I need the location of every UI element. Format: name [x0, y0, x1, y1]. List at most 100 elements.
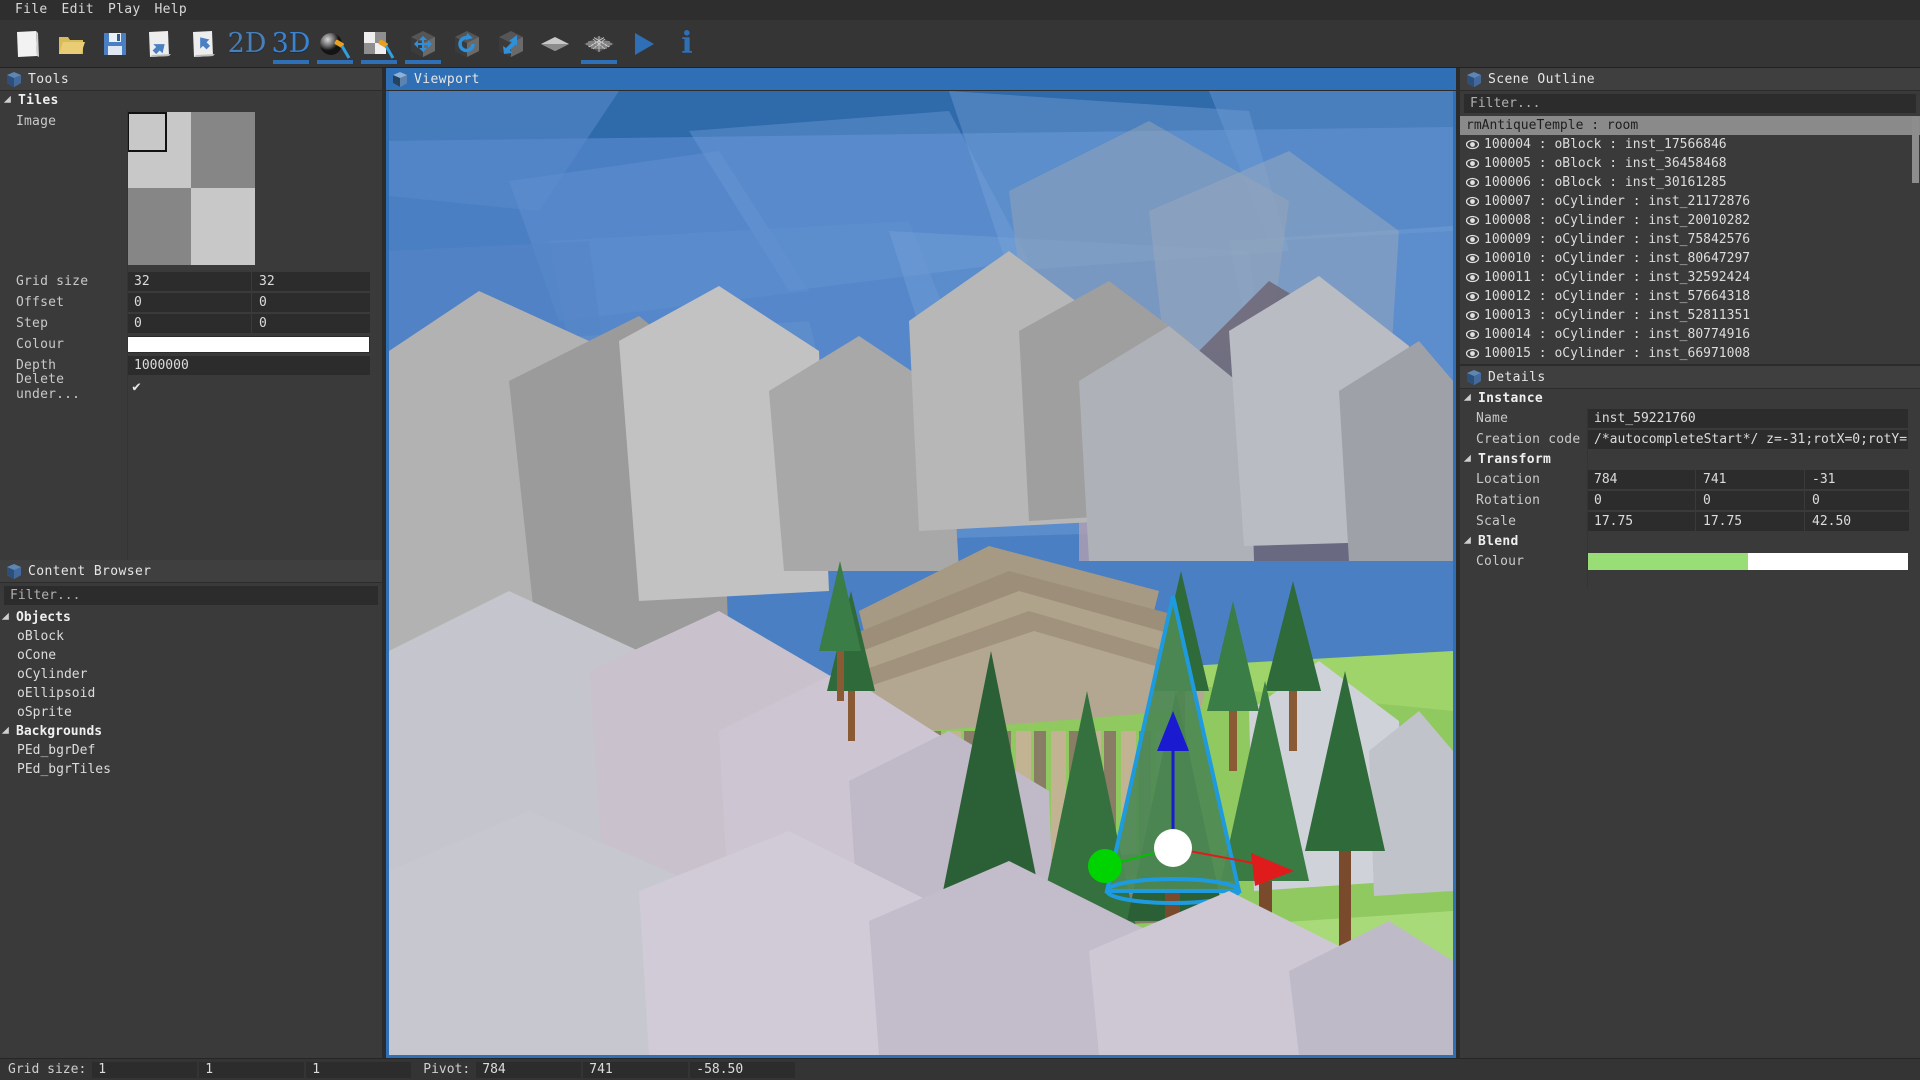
move-icon [407, 29, 439, 59]
scene-outline-row[interactable]: 100011 : oCylinder : inst_32592424 [1460, 268, 1920, 287]
view-2d-button[interactable]: 2D [226, 23, 268, 65]
scene-outline-row[interactable]: 100004 : oBlock : inst_17566846 [1460, 135, 1920, 154]
creation-code-field[interactable]: /*autocompleteStart*/ z=-31;rotX=0;rotY=… [1587, 430, 1908, 449]
transform-field-x[interactable]: 0 [1587, 491, 1695, 510]
visibility-eye-icon[interactable] [1466, 291, 1479, 302]
visibility-eye-icon[interactable] [1466, 196, 1479, 207]
menu-item-edit[interactable]: Edit [55, 0, 102, 20]
pivot-x[interactable]: 784 [476, 1062, 581, 1078]
content-item[interactable]: oCone [0, 646, 382, 665]
pivot-z[interactable]: -58.50 [690, 1062, 795, 1078]
menu-item-file[interactable]: File [8, 0, 55, 20]
viewport-3d-scene[interactable] [389, 91, 1453, 1055]
menu-item-play[interactable]: Play [101, 0, 148, 20]
transform-field-y[interactable]: 0 [1696, 491, 1804, 510]
tools-field-x[interactable]: 0 [127, 293, 251, 312]
scene-outline-row[interactable]: 100015 : oCylinder : inst_66971008 [1460, 344, 1920, 363]
transform-row-scale: Scale17.7517.7542.50 [1460, 511, 1920, 532]
play-icon [628, 29, 658, 59]
info-button[interactable]: i [666, 23, 708, 65]
transform-field-z[interactable]: 0 [1805, 491, 1909, 510]
transform-field-z[interactable]: -31 [1805, 470, 1909, 489]
depth-field[interactable]: 1000000 [127, 356, 370, 375]
content-group-objects[interactable]: Objects [0, 608, 382, 627]
visibility-eye-icon[interactable] [1466, 215, 1479, 226]
scene-outline-filter-input[interactable]: Filter... [1464, 94, 1916, 113]
grid-size-y[interactable]: 1 [199, 1062, 304, 1078]
transform-field-z[interactable]: 42.50 [1805, 512, 1909, 531]
flat-plane-toggle[interactable] [534, 23, 576, 65]
blend-colour-swatch[interactable] [1587, 553, 1908, 570]
paint-tiles-tool[interactable] [358, 23, 400, 65]
scene-outline-row[interactable]: 100013 : oCylinder : inst_52811351 [1460, 306, 1920, 325]
transform-field-y[interactable]: 741 [1696, 470, 1804, 489]
visibility-eye-icon[interactable] [1466, 272, 1479, 283]
transform-field-x[interactable]: 17.75 [1587, 512, 1695, 531]
tools-field-x[interactable]: 32 [127, 272, 251, 291]
scene-outline-row[interactable]: 100008 : oCylinder : inst_20010282 [1460, 211, 1920, 230]
visibility-eye-icon[interactable] [1466, 234, 1479, 245]
scene-outline-row[interactable]: 100010 : oCylinder : inst_80647297 [1460, 249, 1920, 268]
visibility-eye-icon[interactable] [1466, 139, 1479, 150]
scene-outline-row[interactable]: 100009 : oCylinder : inst_75842576 [1460, 230, 1920, 249]
name-field[interactable]: inst_59221760 [1587, 409, 1908, 428]
transform-group-header[interactable]: Transform [1460, 450, 1920, 469]
save-icon[interactable] [94, 23, 136, 65]
rotate-tool[interactable] [446, 23, 488, 65]
scene-outline-row-label: 100007 : oCylinder : inst_21172876 [1484, 194, 1750, 209]
delete-under-checkbox[interactable]: ✔ [127, 377, 146, 396]
tools-field-x[interactable]: 0 [127, 314, 251, 333]
menu-item-help[interactable]: Help [148, 0, 195, 20]
visibility-eye-icon[interactable] [1466, 329, 1479, 340]
new-file-icon[interactable] [6, 23, 48, 65]
view-2d-button-label: 2D [228, 28, 267, 59]
grid-plane-toggle[interactable] [578, 23, 620, 65]
visibility-eye-icon[interactable] [1466, 253, 1479, 264]
tile-image-preview[interactable] [127, 112, 255, 265]
visibility-eye-icon[interactable] [1466, 348, 1479, 359]
tiles-group-header[interactable]: Tiles [0, 91, 382, 110]
colour-swatch[interactable] [127, 336, 370, 353]
tools-panel-label: Tools [28, 72, 69, 87]
open-folder-icon[interactable] [50, 23, 92, 65]
scene-outline-row[interactable]: 100012 : oCylinder : inst_57664318 [1460, 287, 1920, 306]
content-group-backgrounds[interactable]: Backgrounds [0, 722, 382, 741]
scene-outline-row[interactable]: 100007 : oCylinder : inst_21172876 [1460, 192, 1920, 211]
scene-outline-room-row[interactable]: rmAntiqueTemple : room [1460, 116, 1920, 135]
content-browser-filter-input[interactable]: Filter... [4, 586, 378, 605]
tools-field-y[interactable]: 32 [252, 272, 370, 291]
play-button[interactable] [622, 23, 664, 65]
content-item-label: oCylinder [17, 667, 87, 682]
content-item[interactable]: oBlock [0, 627, 382, 646]
content-item[interactable]: PEd_bgrTiles [0, 760, 382, 779]
visibility-eye-icon[interactable] [1466, 310, 1479, 321]
move-tool[interactable] [402, 23, 444, 65]
import-icon[interactable] [138, 23, 180, 65]
scene-outline-row-label: 100010 : oCylinder : inst_80647297 [1484, 251, 1750, 266]
content-item[interactable]: PEd_bgrDef [0, 741, 382, 760]
transform-field-y[interactable]: 17.75 [1696, 512, 1804, 531]
tiles-group-label: Tiles [18, 93, 59, 108]
content-item[interactable]: oEllipsoid [0, 684, 382, 703]
scene-outline-row[interactable]: 100005 : oBlock : inst_36458468 [1460, 154, 1920, 173]
view-3d-button[interactable]: 3D [270, 23, 312, 65]
tools-field-y[interactable]: 0 [252, 293, 370, 312]
blend-group-header[interactable]: Blend [1460, 532, 1920, 551]
visibility-eye-icon[interactable] [1466, 158, 1479, 169]
scene-outline-row[interactable]: 100006 : oBlock : inst_30161285 [1460, 173, 1920, 192]
paint-sphere-tool[interactable] [314, 23, 356, 65]
view-3d-button-label: 3D [272, 28, 311, 59]
content-item[interactable]: oSprite [0, 703, 382, 722]
grid-size-z[interactable]: 1 [306, 1062, 411, 1078]
scene-outline-scrollbar[interactable] [1912, 117, 1919, 183]
pivot-y[interactable]: 741 [583, 1062, 688, 1078]
visibility-eye-icon[interactable] [1466, 177, 1479, 188]
content-item[interactable]: oCylinder [0, 665, 382, 684]
grid-size-x[interactable]: 1 [92, 1062, 197, 1078]
transform-field-x[interactable]: 784 [1587, 470, 1695, 489]
scale-tool[interactable] [490, 23, 532, 65]
tools-field-y[interactable]: 0 [252, 314, 370, 333]
instance-group-header[interactable]: Instance [1460, 389, 1920, 408]
export-icon[interactable] [182, 23, 224, 65]
scene-outline-row[interactable]: 100014 : oCylinder : inst_80774916 [1460, 325, 1920, 344]
